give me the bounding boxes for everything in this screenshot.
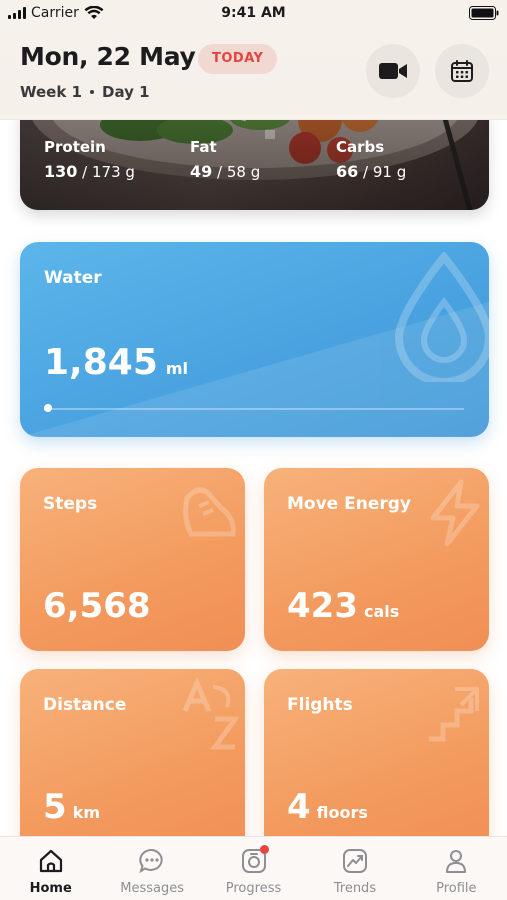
shoe-icon [183,487,236,537]
water-card[interactable]: Water 1,845 ml [20,242,489,437]
macro-value: 66 [336,162,359,181]
macro-target: / 91 g [358,163,407,181]
video-camera-icon [379,63,407,79]
macro-label: Carbs [336,138,385,156]
tab-label: Messages [120,881,184,896]
progress-icon-wrap [240,845,269,875]
tab-progress[interactable]: Progress [203,837,304,900]
week-day-indicator: Week 1 Day 1 [20,83,150,101]
tab-bar: Home Messages Progress Trends Profile [0,836,507,900]
page-title: Mon, 22 May [20,42,196,71]
move-energy-title: Move Energy [287,494,412,514]
distance-title: Distance [43,695,127,715]
route-icon [182,677,240,750]
flights-amount: 4 floors [287,787,368,827]
water-progress-knob[interactable] [44,404,52,412]
distance-unit: km [72,803,100,822]
move-energy-card[interactable]: Move Energy 423 cals [264,468,489,651]
distance-value: 5 [43,787,67,827]
trends-icon [342,849,367,873]
macro-fat: Fat 49 / 58 g [190,138,260,181]
battery-icon [469,6,499,20]
header: Mon, 22 May TODAY Week 1 Day 1 [0,28,507,120]
macro-protein: Protein 130 / 173 g [44,138,135,181]
move-energy-value: 423 [287,586,358,626]
calendar-button[interactable] [435,44,489,98]
tab-label: Profile [436,881,477,896]
day-label: Day 1 [102,83,150,101]
steps-amount: 6,568 [43,586,157,626]
tab-label: Trends [333,881,377,896]
water-progress-track[interactable] [44,407,464,411]
distance-card[interactable]: Distance 5 km [20,669,245,859]
status-bar: Carrier 9:41 AM [0,0,507,28]
video-button[interactable] [366,44,420,98]
profile-icon [446,850,467,873]
water-unit: ml [165,359,189,378]
macro-target: / 58 g [212,163,261,181]
macro-label: Fat [190,138,217,156]
macro-value: 49 [190,162,213,181]
tab-label: Home [29,881,72,896]
distance-amount: 5 km [43,787,100,827]
today-badge[interactable]: TODAY [198,44,278,74]
calendar-icon [451,60,473,82]
water-title: Water [44,268,102,288]
stairs-icon [429,687,479,742]
steps-card[interactable]: Steps 6,568 [20,468,245,651]
flights-value: 4 [287,787,311,827]
macro-target: / 173 g [77,163,135,181]
water-amount: 1,845 ml [44,342,188,383]
week-label: Week 1 [20,83,82,101]
macro-value: 130 [44,162,78,181]
tab-messages[interactable]: Messages [101,837,202,900]
notification-badge [259,845,269,854]
status-time: 9:41 AM [221,5,286,21]
flights-card[interactable]: Flights 4 floors [264,669,489,859]
tab-trends[interactable]: Trends [304,837,405,900]
macro-carbs: Carbs 66 / 91 g [336,138,406,181]
move-energy-amount: 423 cals [287,586,399,626]
move-energy-unit: cals [363,602,400,621]
flights-title: Flights [287,695,353,715]
tab-home[interactable]: Home [0,837,101,900]
macro-label: Protein [44,138,106,156]
separator-dot [90,90,94,94]
flights-unit: floors [316,803,368,822]
tab-profile[interactable]: Profile [406,837,507,900]
lightning-icon [430,479,480,547]
water-value: 1,845 [44,342,158,383]
steps-title: Steps [43,494,98,514]
steps-value: 6,568 [43,586,151,626]
messages-icon [139,848,163,874]
home-icon [39,849,62,873]
tab-label: Progress [225,881,282,896]
